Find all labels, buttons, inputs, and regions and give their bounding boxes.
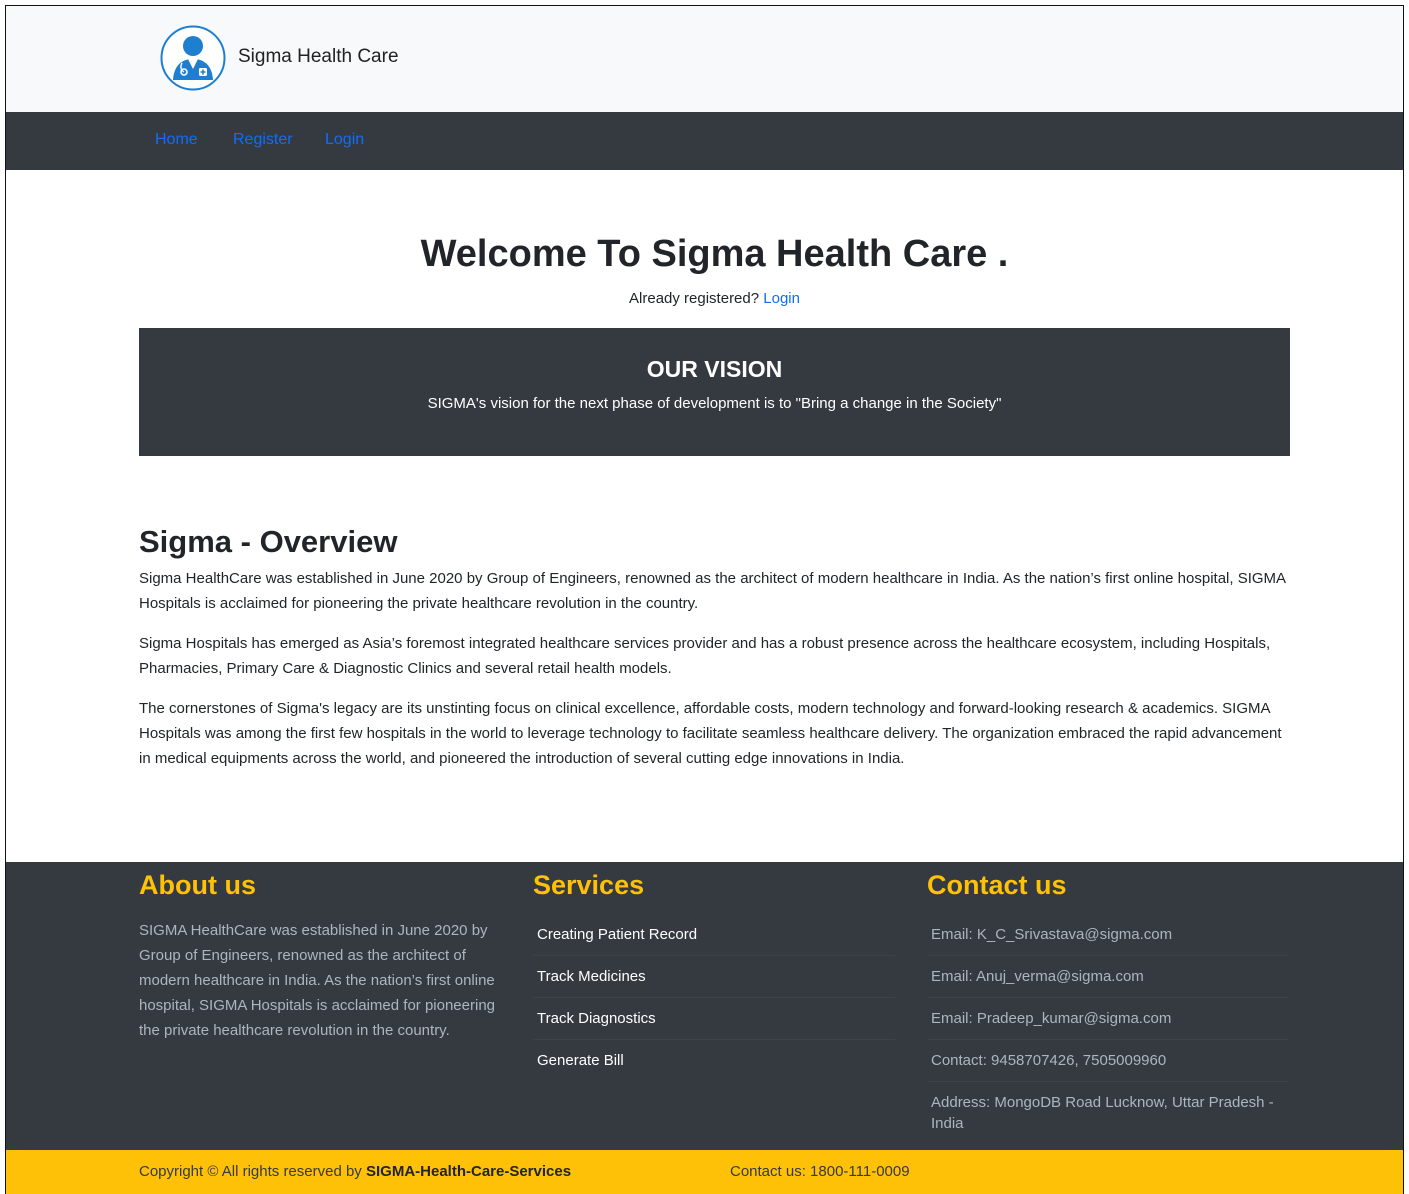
contact-phone-item[interactable]: Contact: 9458707426, 7505009960 [927,1040,1289,1082]
already-registered-text: Already registered? Login [6,290,1403,307]
footer-services: Services Creating Patient Record Track M… [533,870,895,1081]
brand-name[interactable]: Sigma Health Care [238,46,399,68]
nav-home-link[interactable]: Home [155,131,198,149]
overview-paragraph: Sigma HealthCare was established in June… [139,570,1286,612]
main-nav: Home Register Login [6,112,1403,170]
contact-email-item[interactable]: Email: Pradeep_kumar@sigma.com [927,998,1289,1040]
site-footer: About us SIGMA HealthCare was establishe… [6,862,1403,1150]
footer-contact: Contact us Email: K_C_Srivastava@sigma.c… [927,870,1289,1144]
hero-login-link[interactable]: Login [763,290,800,307]
copyright-company: SIGMA-Health-Care-Services [365,1163,572,1180]
footer-about-text: SIGMA HealthCare was established in June… [139,922,496,1039]
contact-email-item[interactable]: Email: K_C_Srivastava@sigma.com [927,914,1289,956]
contact-email-item[interactable]: Email: Anuj_verma@sigma.com [927,956,1289,998]
already-registered-label: Already registered? [629,290,760,307]
vision-title: OUR VISION [646,356,783,382]
welcome-heading: Welcome To Sigma Health Care . [420,233,1009,275]
doctor-avatar-icon[interactable] [160,25,226,91]
copyright-contact: Contact us: 1800-111-0009 [730,1163,910,1180]
service-item[interactable]: Generate Bill [533,1040,895,1081]
contact-list: Email: K_C_Srivastava@sigma.com Email: A… [927,914,1289,1144]
footer-about-title: About us [139,870,256,900]
service-item[interactable]: Creating Patient Record [533,914,895,956]
brand-header: Sigma Health Care [6,6,1403,113]
copyright-prefix: Copyright © All rights reserved by [139,1163,362,1180]
overview-paragraph: The cornerstones of Sigma's legacy are i… [139,700,1282,767]
vision-text: SIGMA's vision for the next phase of dev… [427,395,1002,412]
service-item[interactable]: Track Diagnostics [533,998,895,1040]
footer-services-title: Services [533,870,645,900]
vision-banner: OUR VISION SIGMA's vision for the next p… [139,328,1290,456]
nav-login-link[interactable]: Login [325,131,364,149]
nav-register-link[interactable]: Register [233,131,293,149]
contact-address-item: Address: MongoDB Road Lucknow, Uttar Pra… [931,1094,1274,1132]
copyright-text: Copyright © All rights reserved by SIGMA… [139,1163,571,1180]
overview-section: Sigma - Overview Sigma HealthCare was es… [139,524,1294,786]
service-item[interactable]: Track Medicines [533,956,895,998]
overview-paragraph: Sigma Hospitals has emerged as Asia’s fo… [139,635,1271,677]
footer-contact-title: Contact us [927,870,1067,900]
footer-about: About us SIGMA HealthCare was establishe… [139,870,501,1043]
overview-title: Sigma - Overview [139,524,398,559]
services-list: Creating Patient Record Track Medicines … [533,914,895,1081]
page-frame: Sigma Health Care Home Register Login We… [5,5,1404,1194]
copyright-bar: Copyright © All rights reserved by SIGMA… [6,1150,1403,1194]
